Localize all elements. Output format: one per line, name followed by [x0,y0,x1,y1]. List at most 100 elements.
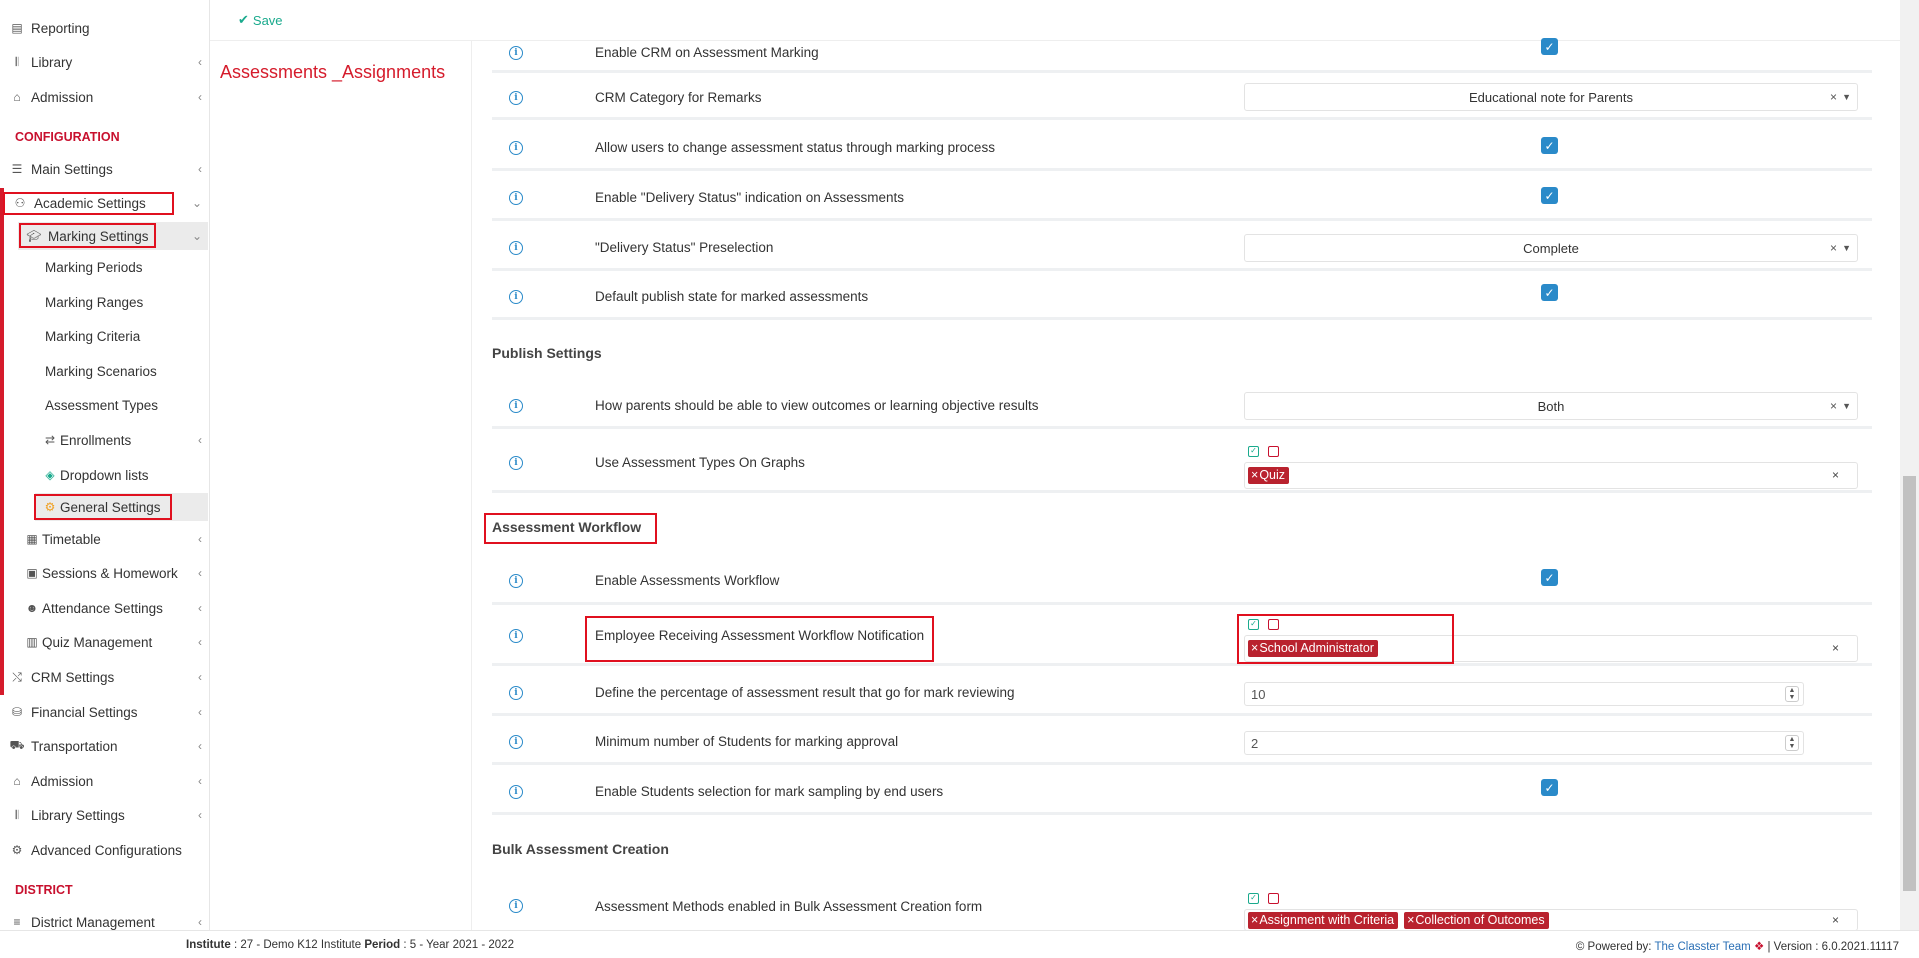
setting-checkbox[interactable]: ✓ [1541,284,1558,301]
input-value: 10 [1251,686,1266,702]
setting-row: i Enable "Delivery Status" indication on… [492,177,1872,221]
setting-checkbox[interactable]: ✓ [1541,569,1558,586]
sidebar-item-timetable[interactable]: ▦ Timetable ‹ [0,525,208,553]
sidebar-item-dropdown-lists[interactable]: ◈ Dropdown lists [0,461,208,489]
tag-chip[interactable]: ×Quiz [1248,467,1290,484]
min-students-input[interactable]: 2 ▲ ▼ [1244,731,1804,755]
institute-label: Institute [186,939,231,951]
setting-checkbox[interactable]: ✓ [1541,137,1558,154]
delivery-status-select[interactable]: Complete × ▼ [1244,234,1858,262]
bulk-methods-multiselect[interactable]: ✓ ×Assignment with Criteria ×Collection … [1244,890,1858,931]
chevron-left-icon: ‹ [198,808,202,822]
spinner-icon[interactable]: ▲ ▼ [1785,686,1799,702]
info-icon[interactable]: i [509,628,523,643]
dropdown-arrow-icon[interactable]: ▼ [1842,243,1851,253]
institution-icon: ⌂ [13,90,21,104]
app-root: ▤ Reporting 𝄃 Library ‹ ⌂ Admission ‹ CO… [0,0,1919,958]
sidebar-item-main-settings[interactable]: ☰ Main Settings ‹ [0,155,208,183]
clear-icon[interactable]: × [1830,241,1837,255]
review-percentage-input[interactable]: 10 ▲ ▼ [1244,682,1804,706]
deselect-all-icon[interactable] [1268,445,1279,457]
sidebar-item-label: Marking Periods [45,259,143,275]
sidebar-item-financial-settings[interactable]: ⛁ Financial Settings ‹ [0,698,208,726]
assessment-workflow-heading: Assessment Workflow [492,519,642,535]
clear-icon[interactable]: × [1832,913,1839,927]
info-icon[interactable]: i [509,190,523,205]
highlight-box [34,494,172,520]
clear-icon[interactable]: × [1832,641,1839,655]
sidebar-item-enrollments[interactable]: ⇄ Enrollments ‹ [0,426,208,454]
powered-by-label: Powered by: [1587,941,1652,953]
sidebar-item-library-settings[interactable]: 𝄃 Library Settings ‹ [0,801,208,829]
spinner-icon[interactable]: ▲ ▼ [1785,735,1799,751]
sidebar-item-admission-settings[interactable]: ⌂ Admission ‹ [0,767,208,795]
select-value: Educational note for Parents [1468,89,1634,105]
tag-chip[interactable]: ×Assignment with Criteria [1248,911,1399,929]
database-icon: ⛁ [11,705,23,719]
crm-category-select[interactable]: Educational note for Parents × ▼ [1244,83,1858,111]
gift-icon: ❖ [1753,941,1765,953]
info-icon[interactable]: i [509,734,523,749]
info-icon[interactable]: i [509,289,523,304]
assessment-types-multiselect[interactable]: ✓ ×Quiz × [1244,443,1858,489]
sidebar-item-label: CRM Settings [31,669,115,685]
sidebar-item-library[interactable]: 𝄃 Library ‹ [0,48,208,76]
setting-row: i "Delivery Status" Preselection Complet… [492,227,1872,271]
chevron-left-icon: ‹ [198,705,202,719]
highlight-box [3,192,174,215]
info-icon[interactable]: i [509,90,523,105]
setting-checkbox[interactable]: ✓ [1541,187,1558,204]
sidebar-item-marking-scenarios[interactable]: Marking Scenarios [0,357,208,385]
sidebar-item-reporting[interactable]: ▤ Reporting [0,14,208,42]
select-value: Both [1537,398,1565,414]
sidebar-item-label: Attendance Settings [42,600,163,616]
info-icon[interactable]: i [509,140,523,155]
info-icon[interactable]: i [509,573,523,588]
highlight-box [1237,614,1454,664]
tag-chip[interactable]: ×Collection of Outcomes [1404,911,1549,929]
scrollbar-thumb[interactable] [1903,476,1916,891]
column-divider [471,41,472,930]
deselect-all-icon[interactable] [1268,892,1279,904]
clear-icon[interactable]: × [1830,90,1837,104]
sidebar-item-label: Dropdown lists [60,467,149,483]
info-icon[interactable]: i [509,685,523,700]
sidebar-item-attendance-settings[interactable]: ☻ Attendance Settings ‹ [0,594,208,622]
sidebar-item-marking-periods[interactable]: Marking Periods [0,253,208,281]
version-label: | Version : 6.0.2021.11117 [1767,941,1899,953]
dropdown-arrow-icon[interactable]: ▼ [1842,401,1851,411]
info-icon[interactable]: i [509,899,523,913]
info-icon[interactable]: i [509,45,523,60]
sidebar-item-admission[interactable]: ⌂ Admission ‹ [0,83,208,111]
sidebar-item-label: Financial Settings [31,704,138,720]
sidebar-item-label: District Management [31,914,155,930]
team-link[interactable]: The Classter Team [1654,941,1750,953]
sidebar-item-label: Admission [31,773,94,789]
sidebar-item-marking-ranges[interactable]: Marking Ranges [0,288,208,316]
sidebar-item-advanced-configurations[interactable]: ⚙ Advanced Configurations [0,836,208,864]
setting-checkbox[interactable]: ✓ [1541,38,1558,55]
sidebar-item-marking-criteria[interactable]: Marking Criteria [0,322,208,350]
setting-row: i Define the percentage of assessment re… [492,672,1872,716]
clear-icon[interactable]: × [1832,468,1839,482]
info-icon[interactable]: i [509,784,523,799]
tag-label: Assignment with Criteria [1259,912,1395,927]
info-icon[interactable]: i [509,455,523,470]
select-all-icon[interactable]: ✓ [1248,892,1259,904]
sidebar-item-transportation[interactable]: ⛟ Transportation ‹ [0,732,208,760]
info-icon[interactable]: i [509,240,523,255]
sidebar-item-crm-settings[interactable]: ⤭ CRM Settings ‹ [0,663,208,691]
select-all-icon[interactable]: ✓ [1248,445,1259,457]
clear-icon[interactable]: × [1830,399,1837,413]
institute-value: : 27 - Demo K12 Institute [233,939,362,951]
setting-checkbox[interactable]: ✓ [1541,779,1558,796]
sidebar-item-assessment-types[interactable]: Assessment Types [0,391,208,419]
sidebar-item-quiz-management[interactable]: ▥ Quiz Management ‹ [0,628,208,656]
info-icon[interactable]: i [509,398,523,413]
setting-row: i Default publish state for marked asses… [492,276,1872,320]
sidebar-item-sessions-homework[interactable]: ▣ Sessions & Homework ‹ [0,559,208,587]
dropdown-arrow-icon[interactable]: ▼ [1842,92,1851,102]
parents-view-select[interactable]: Both × ▼ [1244,392,1858,420]
save-button[interactable]: ✔ Save [238,12,283,28]
chevron-left-icon: ‹ [198,433,202,447]
